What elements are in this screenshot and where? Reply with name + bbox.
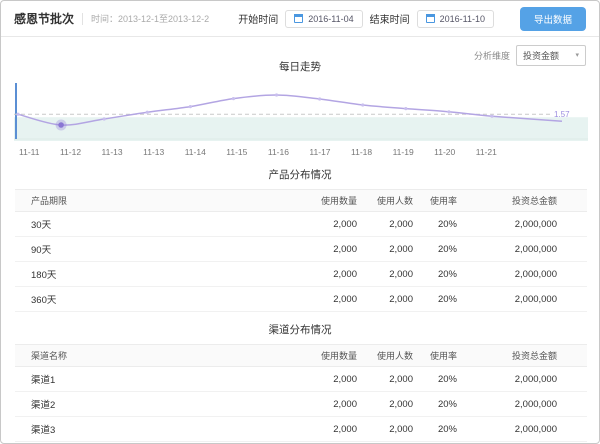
column-header: 投资总金额 [457,190,587,212]
table-header-row: 产品期限 使用数量 使用人数 使用率 投资总金额 [15,190,587,212]
value-cell: 2,000 [357,262,413,287]
column-header: 使用率 [413,345,457,367]
column-header: 使用人数 [357,190,413,212]
value-cell: 2,000 [357,212,413,237]
value-cell: 2,000 [287,212,357,237]
x-axis-label: 11-19 [393,147,414,157]
column-header: 使用人数 [357,345,413,367]
row-label-cell: 180天 [15,262,287,287]
x-axis-label: 11-16 [268,147,289,157]
svg-text:1.57: 1.57 [554,110,570,119]
product-distribution-table: 产品期限 使用数量 使用人数 使用率 投资总金额 30天 2,000 2,000… [15,189,587,312]
x-axis-label: 11-12 [60,147,81,157]
value-cell: 2,000 [287,262,357,287]
value-cell: 2,000 [357,367,413,392]
table-row: 渠道3 2,000 2,000 20% 2,000,000 [15,417,587,442]
channel-distribution-table: 渠道名称 使用数量 使用人数 使用率 投资总金额 渠道1 2,000 2,000… [15,344,587,442]
x-axis-label: 11-20 [434,147,455,157]
value-cell: 2,000 [357,417,413,442]
row-label-cell: 90天 [15,237,287,262]
trend-line-chart[interactable]: 1.57 [14,79,588,145]
table-row: 180天 2,000 2,000 20% 2,000,000 [15,262,587,287]
value-cell: 20% [413,287,457,312]
x-axis-label: 11-13 [102,147,123,157]
table-row: 360天 2,000 2,000 20% 2,000,000 [15,287,587,312]
dimension-label: 分析维度 [474,49,510,62]
date-filter-controls: 开始时间 2016-11-04 结束时间 2016-11-10 [238,10,494,28]
table-row: 90天 2,000 2,000 20% 2,000,000 [15,237,587,262]
calendar-icon [294,14,303,23]
column-header: 使用数量 [287,345,357,367]
end-date-input[interactable]: 2016-11-10 [417,10,494,28]
row-label-cell: 渠道1 [15,367,287,392]
chevron-down-icon: ▾ [575,52,579,59]
start-date-label: 开始时间 [238,11,278,26]
row-label-cell: 360天 [15,287,287,312]
value-cell: 2,000,000 [457,262,587,287]
row-label-cell: 30天 [15,212,287,237]
column-header: 产品期限 [15,190,287,212]
dimension-selected-value: 投资金额 [523,49,559,62]
table-row: 渠道1 2,000 2,000 20% 2,000,000 [15,367,587,392]
date-range-label: 时间：2013-12-1至2013-12-2 [91,12,209,25]
table-header-row: 渠道名称 使用数量 使用人数 使用率 投资总金额 [15,345,587,367]
dimension-select[interactable]: 投资金额 ▾ [516,45,586,66]
value-cell: 20% [413,417,457,442]
column-header: 渠道名称 [15,345,287,367]
value-cell: 2,000,000 [457,367,587,392]
trend-section-header: 每日走势 分析维度 投资金额 ▾ [1,45,599,77]
column-header: 投资总金额 [457,345,587,367]
top-bar: 感恩节批次 时间：2013-12-1至2013-12-2 开始时间 2016-1… [1,1,599,37]
table-row: 30天 2,000 2,000 20% 2,000,000 [15,212,587,237]
column-header: 使用率 [413,190,457,212]
x-axis-label: 11-11 [19,147,39,157]
x-axis-label: 11-15 [226,147,247,157]
calendar-icon [426,14,435,23]
value-cell: 20% [413,237,457,262]
value-cell: 20% [413,392,457,417]
value-cell: 2,000,000 [457,212,587,237]
x-axis-label: 11-21 [476,147,497,157]
row-label-cell: 渠道3 [15,417,287,442]
start-date-value: 2016-11-04 [308,14,353,24]
start-date-input[interactable]: 2016-11-04 [285,10,362,28]
value-cell: 2,000,000 [457,287,587,312]
value-cell: 2,000 [357,237,413,262]
channel-section-title: 渠道分布情况 [1,322,599,337]
page-title: 感恩节批次 [14,10,74,27]
value-cell: 2,000,000 [457,392,587,417]
x-axis-label: 11-13 [143,147,164,157]
value-cell: 2,000 [357,287,413,312]
table-row: 渠道2 2,000 2,000 20% 2,000,000 [15,392,587,417]
dimension-filter: 分析维度 投资金额 ▾ [474,45,586,66]
row-label-cell: 渠道2 [15,392,287,417]
export-data-button[interactable]: 导出数据 [520,7,586,31]
trend-chart-area: 1.57 [14,79,586,145]
value-cell: 2,000 [287,417,357,442]
column-header: 使用数量 [287,190,357,212]
x-axis-label: 11-14 [185,147,206,157]
value-cell: 2,000,000 [457,237,587,262]
value-cell: 2,000,000 [457,417,587,442]
x-axis-label: 11-17 [309,147,330,157]
value-cell: 2,000 [357,392,413,417]
value-cell: 20% [413,262,457,287]
value-cell: 2,000 [287,392,357,417]
value-cell: 20% [413,367,457,392]
value-cell: 2,000 [287,367,357,392]
value-cell: 20% [413,212,457,237]
x-axis: 11-11 11-12 11-13 11-13 11-14 11-15 11-16 11-17… [19,147,497,157]
dashboard-page: 感恩节批次 时间：2013-12-1至2013-12-2 开始时间 2016-1… [0,0,600,444]
value-cell: 2,000 [287,287,357,312]
x-axis-label: 11-18 [351,147,372,157]
end-date-value: 2016-11-10 [440,14,485,24]
divider [82,13,83,25]
value-cell: 2,000 [287,237,357,262]
end-date-label: 结束时间 [370,11,410,26]
product-section-title: 产品分布情况 [1,167,599,182]
